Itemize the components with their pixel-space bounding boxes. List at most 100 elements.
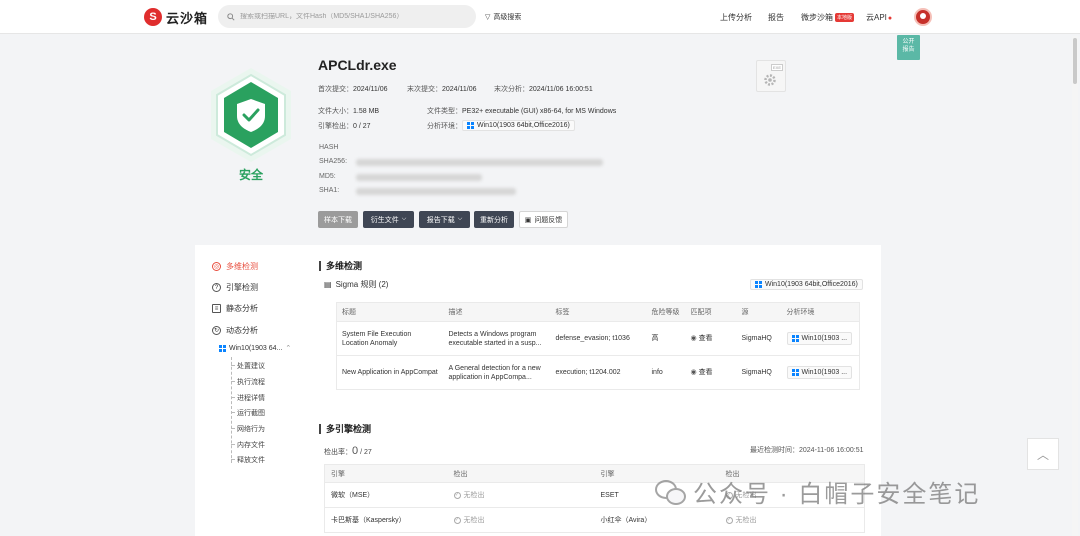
- rule-source: SigmaHQ: [736, 355, 782, 390]
- sidebar-item-dynamic-analysis[interactable]: ↻ 动态分析: [212, 325, 258, 336]
- public-report-line2: 报告: [902, 47, 915, 53]
- cloud-api-link[interactable]: 云API●: [866, 12, 892, 23]
- last-submit: 末次提交：2024/11/06: [407, 86, 477, 93]
- windows-icon: [755, 281, 762, 288]
- search-box[interactable]: [218, 5, 476, 28]
- wechat-icon: [655, 479, 686, 505]
- rules-icon: ▤: [324, 280, 332, 289]
- rule-desc: A General detection for a new applicatio…: [443, 355, 551, 390]
- col-level: 危险等级: [646, 302, 686, 322]
- match-view-link[interactable]: ◉ 查看: [685, 321, 737, 356]
- feedback-button[interactable]: ▣ 问题反馈: [519, 211, 568, 228]
- logo[interactable]: S 云沙箱: [144, 8, 208, 26]
- advanced-search-button[interactable]: ▽ 高级搜索: [485, 12, 521, 22]
- verdict-label: 安全: [238, 168, 263, 182]
- table-row: New Application in AppCompat A General d…: [336, 355, 860, 390]
- public-report-line1: 公开: [902, 39, 915, 45]
- watermark: 公众号 · 白帽子安全笔记: [655, 474, 980, 509]
- rule-title[interactable]: New Application in AppCompat: [336, 355, 444, 390]
- sha1-label: SHA1:: [319, 187, 340, 194]
- chevron-up-icon: ⌃: [285, 345, 292, 352]
- refresh-icon: ↻: [212, 326, 221, 335]
- rule-tags: defense_evasion; t1036: [550, 321, 647, 356]
- logo-mark: S: [144, 8, 162, 26]
- col-match: 匹配项: [685, 302, 737, 322]
- weibu-sandbox-link[interactable]: 微步沙箱 本地版: [801, 12, 855, 23]
- multi-engine-title: 多引擎检测: [319, 424, 371, 434]
- engine-name: 小红伞（Avira）: [594, 507, 720, 533]
- engine-result: ✓ 无检出: [719, 507, 865, 533]
- sidebar-sub-item[interactable]: 执行流程: [231, 377, 265, 387]
- engine-detection: 引擎检出：0 / 27: [318, 123, 371, 130]
- exe-tag: EXE: [770, 64, 783, 71]
- match-view-link[interactable]: ◉ 查看: [685, 355, 737, 390]
- file-size: 文件大小：1.58 MB: [318, 108, 380, 115]
- derived-files-button[interactable]: 衍生文件 ⌵: [363, 211, 414, 228]
- windows-icon: [467, 122, 474, 129]
- scrollbar-thumb[interactable]: [1073, 38, 1077, 84]
- sidebar-item-engine-detect[interactable]: ? 引擎检测: [212, 282, 258, 293]
- sidebar-sub-item[interactable]: 进程详情: [231, 393, 265, 403]
- detection-rate: 检出率：0 / 27: [324, 445, 372, 457]
- check-circle-icon: ✓: [453, 516, 461, 524]
- rule-env[interactable]: Win10(1903 ...: [781, 355, 860, 390]
- upload-link[interactable]: 上传分析: [720, 12, 752, 23]
- sidebar-item-multi-detect[interactable]: ◎ 多维检测: [212, 261, 258, 272]
- sigma-header: ▤ Sigma 规则 (2): [324, 279, 388, 290]
- windows-icon: [791, 335, 799, 342]
- local-version-badge: 本地版: [835, 13, 855, 22]
- col-tags: 标签: [550, 302, 647, 322]
- safe-shield-icon: [207, 66, 295, 166]
- sidebar-item-static-analysis[interactable]: ≡ 静态分析: [212, 303, 258, 314]
- rule-title[interactable]: System File Execution Location Anomaly: [336, 321, 444, 356]
- back-to-top-button[interactable]: ︿: [1027, 438, 1059, 470]
- rule-env[interactable]: Win10(1903 ...: [781, 321, 860, 356]
- rule-source: SigmaHQ: [736, 321, 782, 356]
- sigma-table: 标题 描述 标签 危险等级 匹配项 源 分析环境 System File Exe…: [336, 302, 860, 390]
- table-row: 卡巴斯基（Kaspersky） ✓ 无检出 小红伞（Avira） ✓ 无检出: [324, 507, 865, 533]
- search-icon: [227, 12, 235, 21]
- sidebar-sub-item[interactable]: 内存文件: [231, 440, 265, 450]
- last-detect-time: 最近检测时间：2024-11-06 16:00:51: [750, 447, 864, 454]
- gear-icon: [764, 74, 776, 86]
- check-circle-icon: ✓: [725, 516, 733, 524]
- sidebar-sub-item[interactable]: 释放文件: [231, 455, 265, 465]
- check-circle-icon: ✓: [453, 491, 461, 499]
- cloud-api-label: 云API: [866, 13, 887, 22]
- md5-label: MD5:: [319, 173, 336, 180]
- tree-line: [231, 357, 232, 463]
- scrollbar[interactable]: [1072, 36, 1078, 536]
- feedback-icon: ▣: [524, 216, 532, 224]
- sidebar-env-toggle[interactable]: Win10(1903 64... ⌃: [219, 344, 291, 352]
- sigma-title: Sigma 规则 (2): [335, 280, 389, 289]
- env-tag[interactable]: Win10(1903 64bit,Office2016): [462, 120, 575, 131]
- avatar[interactable]: [914, 8, 932, 26]
- public-report-button[interactable]: 公开 报告: [897, 35, 920, 60]
- first-submit: 首次提交：2024/11/06: [318, 86, 388, 93]
- fire-icon: ●: [887, 15, 893, 22]
- report-download-button[interactable]: 报告下载 ⌵: [419, 211, 470, 228]
- table-header-row: 标题 描述 标签 危险等级 匹配项 源 分析环境: [336, 302, 860, 322]
- exe-file-icon: EXE: [756, 60, 786, 92]
- reanalyze-button[interactable]: 重新分析: [474, 211, 514, 228]
- engine-icon: ?: [212, 283, 221, 292]
- search-input[interactable]: [240, 13, 465, 20]
- col-desc: 描述: [443, 302, 551, 322]
- rule-tags: execution; t1204.002: [550, 355, 647, 390]
- logo-text: 云沙箱: [166, 10, 209, 26]
- rule-level: info: [646, 355, 686, 390]
- sample-download-button[interactable]: 样本下载: [318, 211, 358, 228]
- sigma-env-tag[interactable]: Win10(1903 64bit,Office2016): [750, 279, 863, 290]
- filter-icon: ▽: [485, 14, 491, 21]
- sidebar-sub-item[interactable]: 处置建议: [231, 361, 265, 371]
- sha256-value: [356, 159, 603, 166]
- engine-name: 卡巴斯基（Kaspersky）: [324, 507, 448, 533]
- file-name: APCLdr.exe: [318, 57, 397, 73]
- windows-icon: [219, 344, 226, 352]
- engine-result: ✓ 无检出: [447, 507, 595, 533]
- last-analysis: 末次分析：2024/11/06 16:00:51: [494, 86, 593, 93]
- col-title: 标题: [336, 302, 444, 322]
- sidebar-sub-item[interactable]: 运行截图: [231, 408, 265, 418]
- sidebar-sub-item[interactable]: 网络行为: [231, 424, 265, 434]
- report-link[interactable]: 报告: [768, 12, 784, 23]
